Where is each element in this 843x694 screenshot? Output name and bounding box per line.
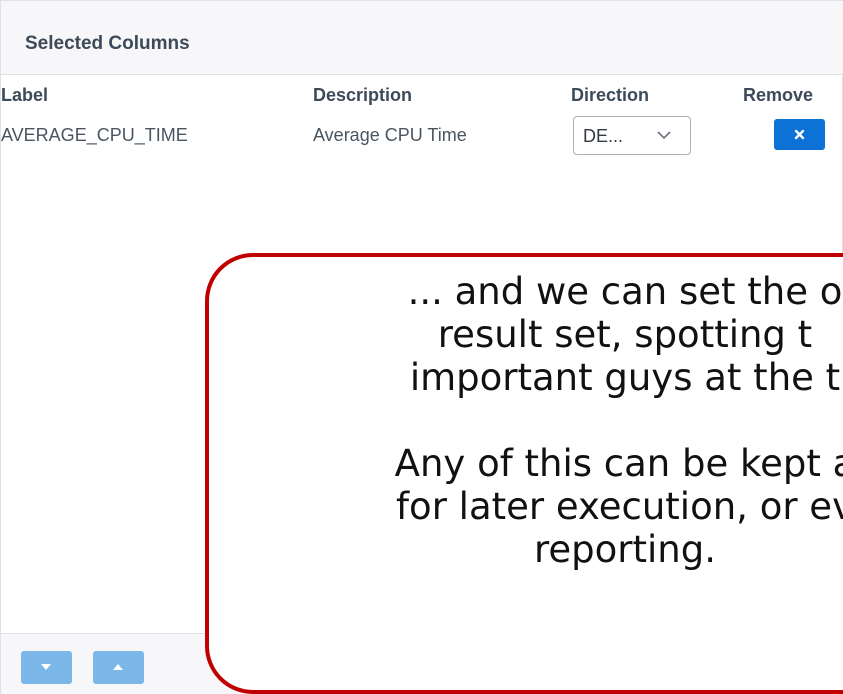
remove-button[interactable] [774,119,825,150]
panel-header: Selected Columns [1,1,843,75]
callout-line: reporting. [534,528,716,571]
column-header-description: Description [313,85,413,105]
move-up-button[interactable] [93,651,144,684]
column-header-label: Label [1,85,49,105]
callout-line: for later execution, or ev [396,485,843,528]
column-header-remove: Remove [743,85,814,105]
column-header-direction: Direction [571,85,650,105]
caret-up-icon [113,664,123,670]
caret-down-icon [41,664,51,670]
callout-line: Any of this can be kept a [394,442,843,485]
row-description-cell: Average CPU Time [313,125,467,145]
callout-text: ... and we can set the o result set, spot… [205,270,843,571]
move-down-button[interactable] [21,651,72,684]
callout-line: ... and we can set the o [407,270,843,313]
callout-line: result set, spotting t [437,313,813,356]
row-label-cell: AVERAGE_CPU_TIME [1,125,188,145]
page: Selected Columns Label Description Direc… [0,0,843,694]
panel-title: Selected Columns [25,33,190,54]
direction-select-value: DE... [583,126,624,146]
direction-select[interactable]: DE... [573,116,691,155]
close-icon [794,129,805,140]
chevron-down-icon [657,131,671,140]
callout-line [205,399,843,442]
callout-line: important guys at the t [409,356,841,399]
